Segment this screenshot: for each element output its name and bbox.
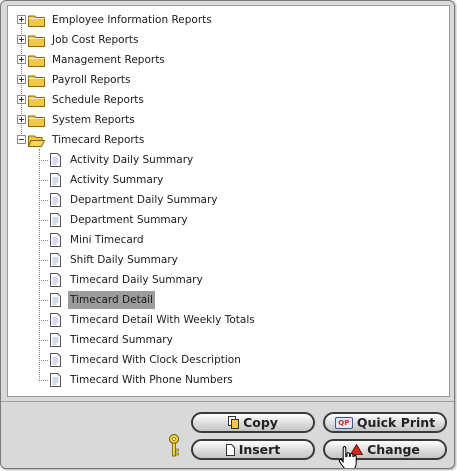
- document-icon: [50, 153, 61, 167]
- report-item[interactable]: Department Daily Summary: [8, 190, 449, 210]
- expand-icon[interactable]: [17, 35, 26, 44]
- quick-print-button[interactable]: QP Quick Print: [323, 412, 447, 433]
- tree-item-label: System Reports: [52, 114, 135, 126]
- folder-icon: [28, 15, 45, 27]
- folder-icon: [28, 95, 45, 107]
- document-icon: [50, 233, 61, 247]
- tree-item-label: Timecard Detail With Weekly Totals: [70, 314, 255, 326]
- folder-icon: [28, 75, 45, 87]
- report-item[interactable]: Activity Daily Summary: [8, 150, 449, 170]
- expand-icon[interactable]: [17, 95, 26, 104]
- report-item[interactable]: Timecard Summary: [8, 330, 449, 350]
- tree-item-label: Timecard Daily Summary: [70, 274, 203, 286]
- tree-connector: [39, 200, 48, 201]
- tree-connector: [39, 360, 48, 361]
- tree-item-label: Job Cost Reports: [52, 34, 139, 46]
- tree-item-label: Mini Timecard: [70, 234, 144, 246]
- tree-item-employee-information-reports[interactable]: Employee Information Reports: [8, 10, 449, 30]
- tree-item-label: Timecard Reports: [52, 134, 145, 146]
- tree-item-label: Activity Daily Summary: [70, 154, 194, 166]
- tree-connector: [39, 240, 48, 241]
- tree-item-label: Schedule Reports: [52, 94, 144, 106]
- tree-item-label: Timecard Detail: [68, 291, 155, 309]
- document-icon: [50, 333, 61, 347]
- tree-connector: [39, 160, 48, 161]
- document-icon: [50, 313, 61, 327]
- document-icon: [50, 293, 61, 307]
- report-item[interactable]: Mini Timecard: [8, 230, 449, 250]
- insert-button-label: Insert: [238, 442, 281, 457]
- report-item[interactable]: Activity Summary: [8, 170, 449, 190]
- tree-connector: [39, 300, 48, 301]
- document-icon: [50, 213, 61, 227]
- expand-icon[interactable]: [17, 15, 26, 24]
- report-item-selected[interactable]: Timecard Detail: [8, 290, 449, 310]
- document-icon: [50, 373, 61, 387]
- folder-icon: [28, 35, 45, 47]
- key-icon: [169, 434, 179, 457]
- document-icon: [50, 273, 61, 287]
- tree-connector: [39, 320, 48, 321]
- report-item[interactable]: Shift Daily Summary: [8, 250, 449, 270]
- report-item[interactable]: Timecard With Clock Description: [8, 350, 449, 370]
- tree-item-job-cost-reports[interactable]: Job Cost Reports: [8, 30, 449, 50]
- insert-button[interactable]: Insert: [191, 439, 315, 460]
- tree-item-label: Payroll Reports: [52, 74, 131, 86]
- copy-icon: [228, 416, 240, 429]
- document-icon: [50, 353, 61, 367]
- report-item[interactable]: Timecard Detail With Weekly Totals: [8, 310, 449, 330]
- report-tree[interactable]: Employee Information Reports Job Cost Re…: [7, 5, 450, 397]
- tree-item-label: Employee Information Reports: [52, 14, 212, 26]
- tree-item-label: Department Summary: [70, 214, 188, 226]
- expand-icon[interactable]: [17, 55, 26, 64]
- report-item[interactable]: Department Summary: [8, 210, 449, 230]
- new-document-icon: [225, 443, 235, 456]
- change-button-label: Change: [367, 442, 420, 457]
- tree-item-schedule-reports[interactable]: Schedule Reports: [8, 90, 449, 110]
- hand-cursor-icon: [338, 446, 357, 468]
- document-icon: [50, 193, 61, 207]
- folder-icon: [28, 115, 45, 127]
- tree-connector: [39, 220, 48, 221]
- quick-print-button-label: Quick Print: [356, 415, 436, 430]
- tree-item-label: Shift Daily Summary: [70, 254, 178, 266]
- tree-item-system-reports[interactable]: System Reports: [8, 110, 449, 130]
- tree-item-label: Timecard With Phone Numbers: [70, 374, 233, 386]
- collapse-icon[interactable]: [17, 135, 26, 144]
- tree-item-management-reports[interactable]: Management Reports: [8, 50, 449, 70]
- document-icon: [50, 173, 61, 187]
- tree-connector: [39, 340, 48, 341]
- tree-connector: [39, 280, 48, 281]
- expand-icon[interactable]: [17, 75, 26, 84]
- tree-item-label: Department Daily Summary: [70, 194, 218, 206]
- tree-connector: [39, 260, 48, 261]
- tree-item-label: Timecard Summary: [70, 334, 173, 346]
- tree-item-payroll-reports[interactable]: Payroll Reports: [8, 70, 449, 90]
- report-item[interactable]: Timecard With Phone Numbers: [8, 370, 449, 390]
- panel-divider: [1, 401, 454, 402]
- copy-button[interactable]: Copy: [191, 412, 315, 433]
- document-icon: [50, 253, 61, 267]
- open-folder-icon: [28, 135, 45, 147]
- tree-item-label: Management Reports: [52, 54, 165, 66]
- tree-item-label: Timecard With Clock Description: [70, 354, 241, 366]
- folder-icon: [28, 55, 45, 67]
- quick-print-icon: QP: [334, 416, 353, 429]
- tree-connector: [39, 180, 48, 181]
- copy-button-label: Copy: [243, 415, 278, 430]
- tree-item-label: Activity Summary: [70, 174, 164, 186]
- tree-item-timecard-reports[interactable]: Timecard Reports: [8, 130, 449, 150]
- expand-icon[interactable]: [17, 115, 26, 124]
- tree-connector: [39, 380, 48, 381]
- report-window: Employee Information Reports Job Cost Re…: [0, 0, 455, 469]
- report-item[interactable]: Timecard Daily Summary: [8, 270, 449, 290]
